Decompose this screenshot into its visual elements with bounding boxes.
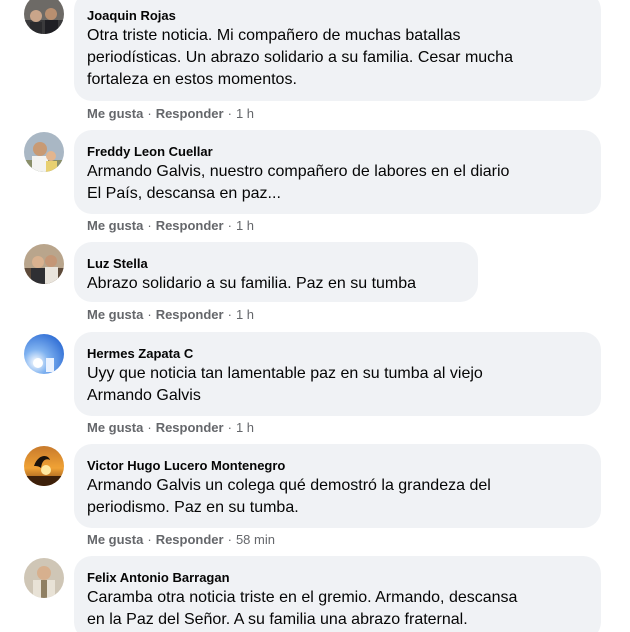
comment-actions: Me gusta · Responder · 1 h bbox=[87, 106, 254, 122]
comment-text: Uyy que noticia tan lamentable paz en su… bbox=[87, 365, 483, 404]
separator: · bbox=[147, 420, 152, 435]
like-button[interactable]: Me gusta bbox=[87, 307, 143, 322]
comment-item: Luz Stella Abrazo solidario a su familia… bbox=[24, 242, 604, 332]
comment-feed: Joaquin Rojas Otra triste noticia. Mi co… bbox=[0, 0, 630, 632]
comment-author[interactable]: Hermes Zapata C bbox=[87, 345, 588, 362]
comment-bubble: Felix Antonio Barragan Caramba otra noti… bbox=[74, 556, 601, 632]
comment-item: Felix Antonio Barragan Caramba otra noti… bbox=[24, 556, 604, 632]
separator: · bbox=[147, 218, 152, 233]
separator: · bbox=[227, 218, 232, 233]
comment-bubble: Joaquin Rojas Otra triste noticia. Mi co… bbox=[74, 0, 601, 101]
comment-item: Victor Hugo Lucero Montenegro Armando Ga… bbox=[24, 444, 604, 554]
separator: · bbox=[147, 106, 152, 121]
comment-author[interactable]: Luz Stella bbox=[87, 255, 465, 272]
comment-text: Abrazo solidario a su familia. Paz en su… bbox=[87, 275, 417, 292]
comment-bubble: Hermes Zapata C Uyy que noticia tan lame… bbox=[74, 332, 601, 416]
avatar[interactable] bbox=[24, 244, 64, 284]
comment-author[interactable]: Felix Antonio Barragan bbox=[87, 569, 588, 586]
like-button[interactable]: Me gusta bbox=[87, 420, 143, 435]
comment-text: Armando Galvis un colega qué demostró la… bbox=[87, 477, 491, 516]
like-button[interactable]: Me gusta bbox=[87, 532, 143, 547]
comment-bubble: Luz Stella Abrazo solidario a su familia… bbox=[74, 242, 478, 302]
comment-item: Joaquin Rojas Otra triste noticia. Mi co… bbox=[24, 0, 604, 127]
separator: · bbox=[227, 532, 232, 547]
separator: · bbox=[147, 532, 152, 547]
reply-button[interactable]: Responder bbox=[156, 218, 224, 233]
separator: · bbox=[227, 307, 232, 322]
comment-actions: Me gusta · Responder · 1 h bbox=[87, 218, 254, 234]
comment-timestamp[interactable]: 1 h bbox=[236, 420, 254, 435]
comment-item: Hermes Zapata C Uyy que noticia tan lame… bbox=[24, 332, 604, 442]
separator: · bbox=[227, 420, 232, 435]
comment-actions: Me gusta · Responder · 58 min bbox=[87, 532, 275, 548]
avatar[interactable] bbox=[24, 132, 64, 172]
comment-item: Freddy Leon Cuellar Armando Galvis, nues… bbox=[24, 130, 604, 240]
comment-text: Caramba otra noticia triste en el gremio… bbox=[87, 589, 518, 628]
comment-timestamp[interactable]: 1 h bbox=[236, 106, 254, 121]
comment-timestamp[interactable]: 1 h bbox=[236, 307, 254, 322]
comment-author[interactable]: Freddy Leon Cuellar bbox=[87, 143, 588, 160]
like-button[interactable]: Me gusta bbox=[87, 106, 143, 121]
reply-button[interactable]: Responder bbox=[156, 307, 224, 322]
reply-button[interactable]: Responder bbox=[156, 106, 224, 121]
comment-timestamp[interactable]: 1 h bbox=[236, 218, 254, 233]
reply-button[interactable]: Responder bbox=[156, 420, 224, 435]
avatar[interactable] bbox=[24, 0, 64, 34]
comment-bubble: Freddy Leon Cuellar Armando Galvis, nues… bbox=[74, 130, 601, 214]
comment-actions: Me gusta · Responder · 1 h bbox=[87, 307, 254, 323]
like-button[interactable]: Me gusta bbox=[87, 218, 143, 233]
separator: · bbox=[227, 106, 232, 121]
comment-author[interactable]: Victor Hugo Lucero Montenegro bbox=[87, 457, 588, 474]
reply-button[interactable]: Responder bbox=[156, 532, 224, 547]
avatar[interactable] bbox=[24, 334, 64, 374]
avatar[interactable] bbox=[24, 558, 64, 598]
avatar[interactable] bbox=[24, 446, 64, 486]
comment-text: Otra triste noticia. Mi compañero de muc… bbox=[87, 27, 513, 88]
comment-author[interactable]: Joaquin Rojas bbox=[87, 7, 588, 24]
comment-text: Armando Galvis, nuestro compañero de lab… bbox=[87, 163, 510, 202]
comment-actions: Me gusta · Responder · 1 h bbox=[87, 420, 254, 436]
comment-timestamp[interactable]: 58 min bbox=[236, 532, 275, 547]
comment-bubble: Victor Hugo Lucero Montenegro Armando Ga… bbox=[74, 444, 601, 528]
separator: · bbox=[147, 307, 152, 322]
